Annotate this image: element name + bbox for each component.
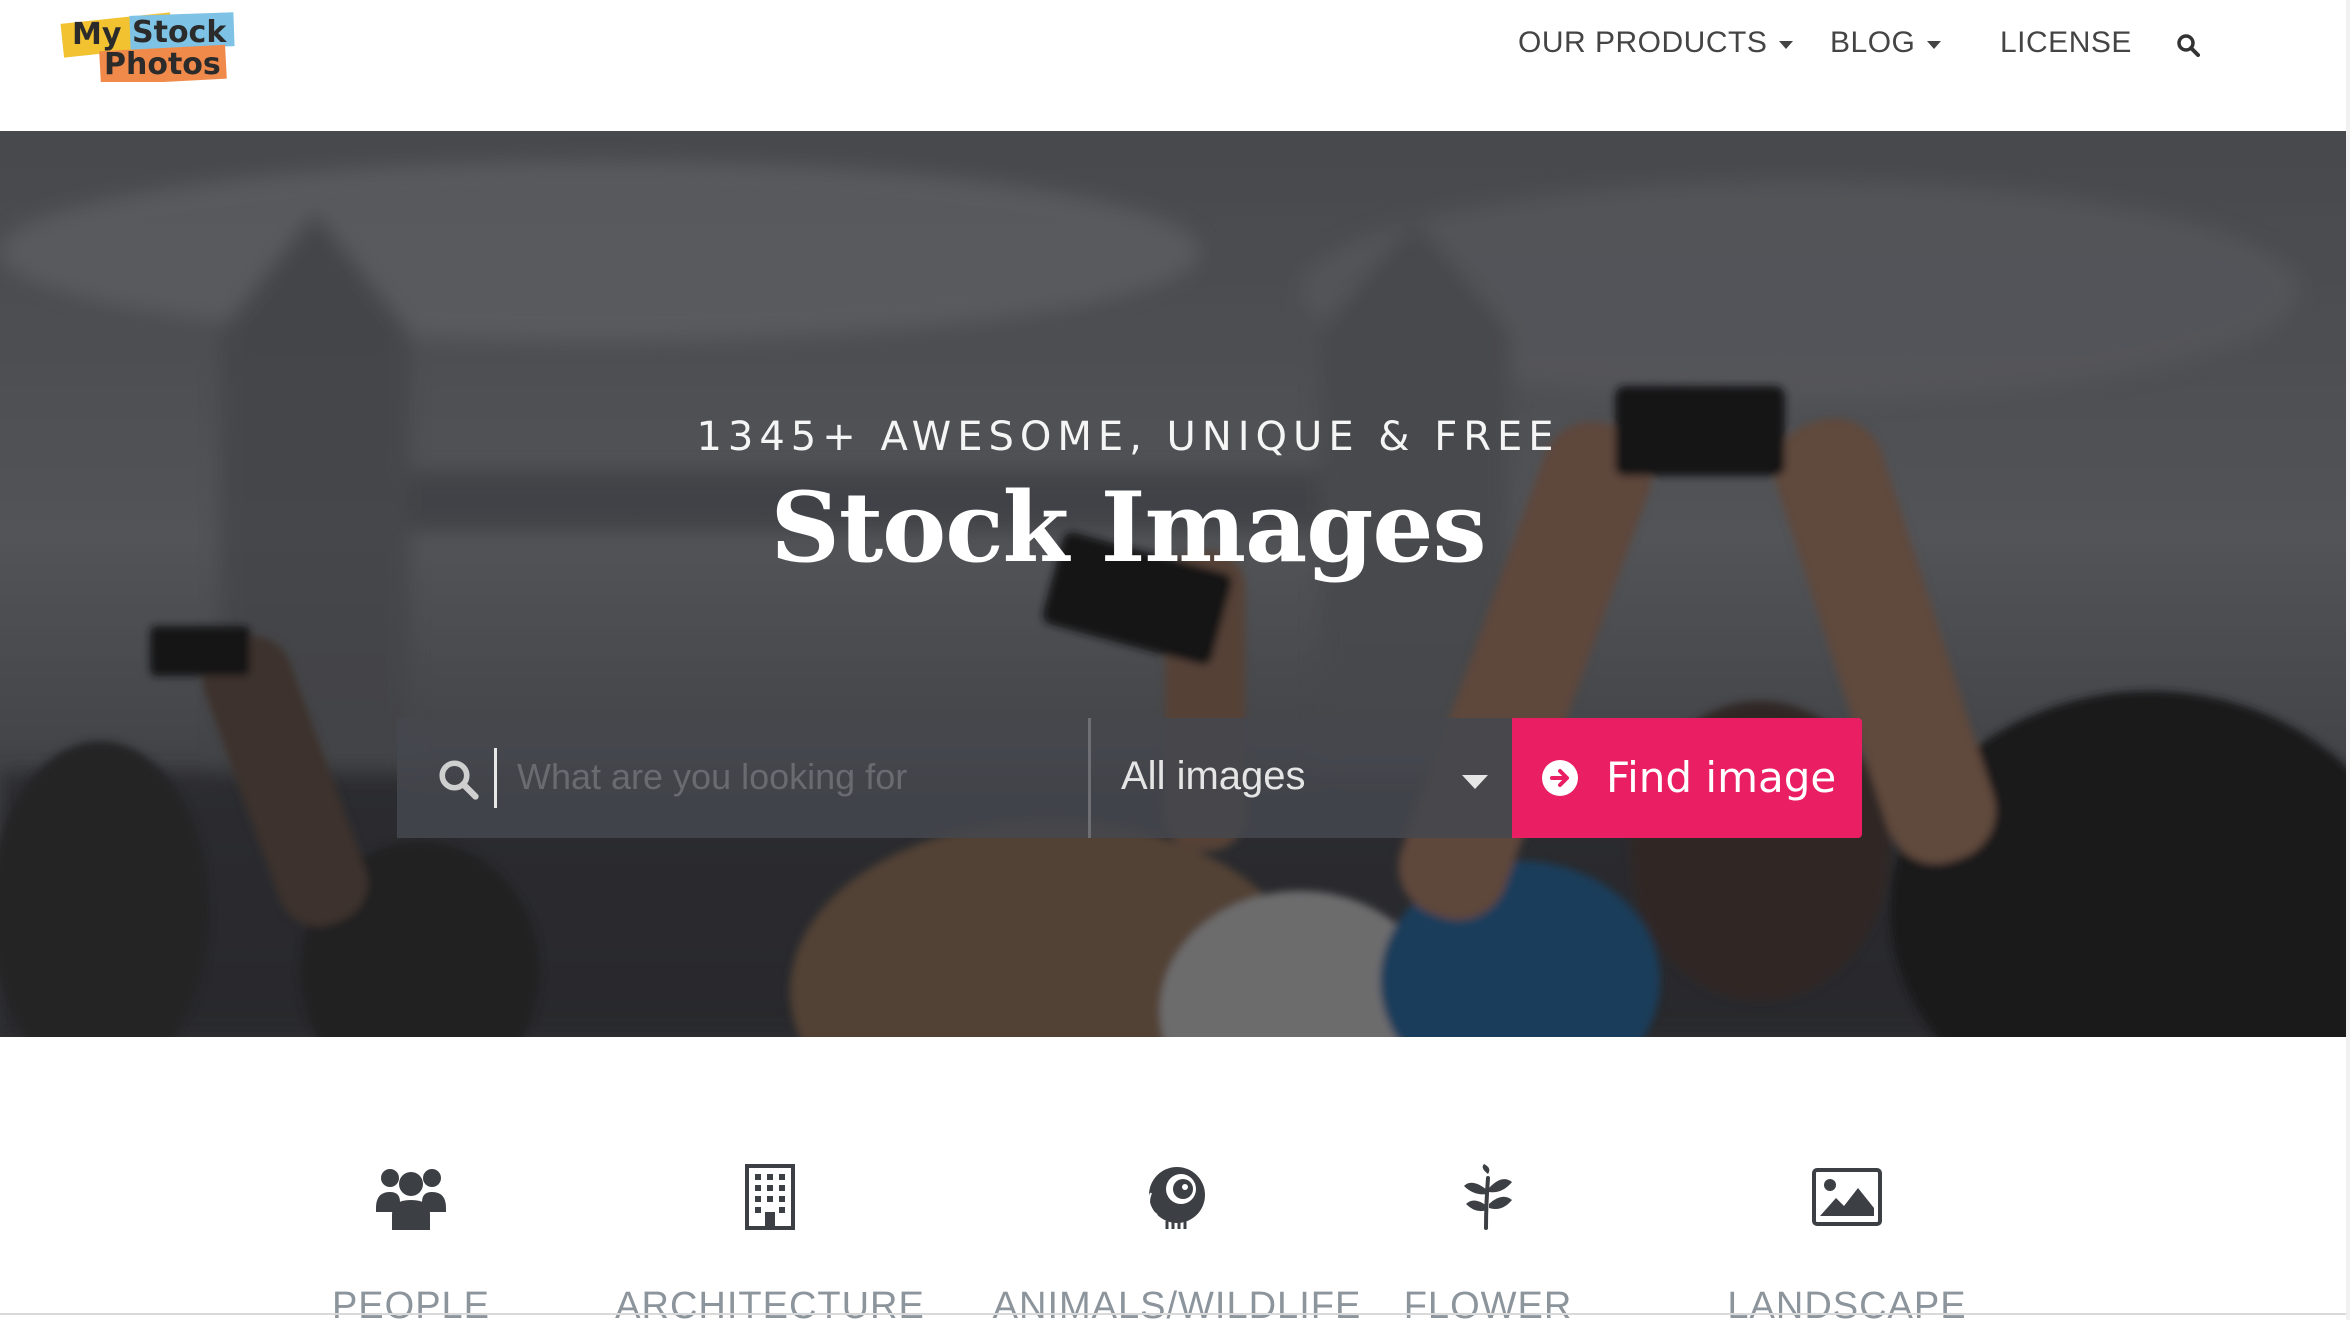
- page-divider: [0, 1313, 2346, 1315]
- image-icon: [1812, 1157, 1882, 1237]
- search-icon: [2177, 34, 2200, 57]
- nav-blog[interactable]: BLOG: [1830, 26, 1942, 60]
- category-architecture[interactable]: ARCHITECTURE: [615, 1157, 924, 1320]
- arrow-circle-right-icon: [1542, 760, 1578, 796]
- caret-down-icon: [1779, 41, 1794, 49]
- site-logo[interactable]: My Stock Photos: [60, 10, 240, 86]
- category-landscape[interactable]: LANDSCAPE: [1697, 1157, 1997, 1320]
- search-placeholder: What are you looking for: [517, 756, 908, 797]
- nav-blog-label: BLOG: [1830, 26, 1916, 59]
- search-icon: [439, 760, 479, 800]
- category-strip: PEOPLE ARCHITECTURE ANIMALS/WILDLIFE FLO…: [0, 1037, 2346, 1320]
- nav-our-products[interactable]: OUR PRODUCTS: [1518, 26, 1794, 60]
- image-type-select[interactable]: All images: [1088, 718, 1512, 838]
- users-icon: [376, 1157, 446, 1237]
- image-type-selected: All images: [1121, 754, 1306, 798]
- hero-search-form: What are you looking for All images Find…: [397, 718, 1862, 838]
- scrollbar-track[interactable]: [2346, 0, 2350, 1320]
- site-header: My Stock Photos OUR PRODUCTS BLOG LICENS…: [0, 0, 2346, 131]
- hero-background-image: [0, 131, 2346, 1037]
- header-search-button[interactable]: [2176, 33, 2200, 57]
- leaf-icon: [1462, 1157, 1514, 1237]
- text-cursor: [494, 748, 497, 808]
- hero-subtitle: 1345+ AWESOME, UNIQUE & FREE: [696, 414, 1560, 460]
- category-animals-wildlife[interactable]: ANIMALS/WILDLIFE: [977, 1157, 1377, 1320]
- nav-license[interactable]: LICENSE: [2000, 26, 2132, 60]
- chevron-down-icon: [1462, 775, 1488, 789]
- svg-text:Stock: Stock: [132, 15, 227, 50]
- nav-license-label: LICENSE: [2000, 26, 2132, 59]
- category-flower[interactable]: FLOWER: [1388, 1157, 1588, 1320]
- hero-title: Stock Images: [770, 471, 1486, 584]
- caret-down-icon: [1927, 41, 1942, 49]
- find-image-button[interactable]: Find image: [1512, 718, 1862, 838]
- hero-section: 1345+ AWESOME, UNIQUE & FREE Stock Image…: [0, 131, 2346, 1037]
- category-people[interactable]: PEOPLE: [311, 1157, 511, 1320]
- svg-text:Photos: Photos: [104, 47, 221, 82]
- building-icon: [745, 1157, 795, 1237]
- find-image-label: Find image: [1606, 753, 1837, 802]
- bird-icon: [1143, 1157, 1211, 1237]
- nav-our-products-label: OUR PRODUCTS: [1518, 26, 1768, 59]
- search-input[interactable]: What are you looking for: [397, 718, 1088, 838]
